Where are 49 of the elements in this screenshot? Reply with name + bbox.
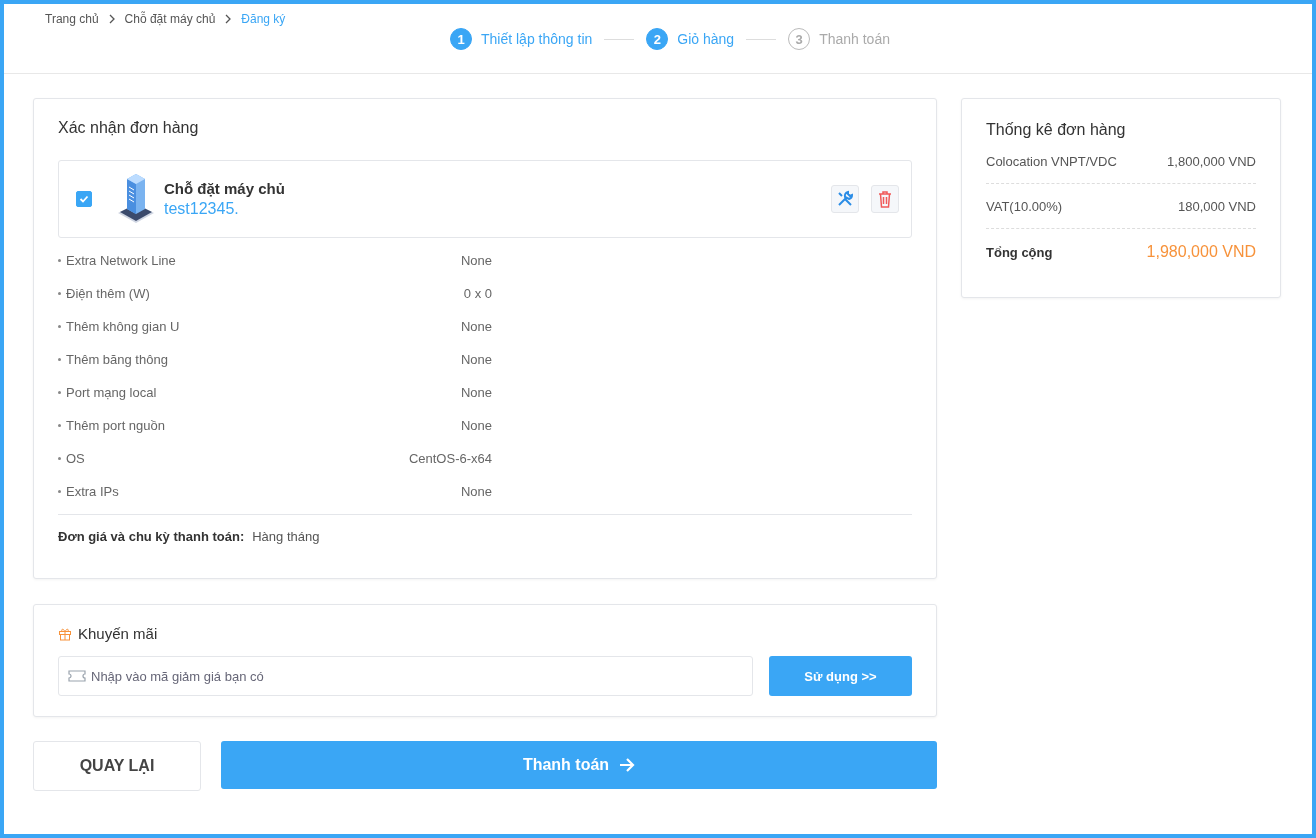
option-value: None [459,253,492,268]
arrow-right-icon [619,758,636,772]
option-label: Thêm không gian U [66,319,181,334]
chevron-icon [224,14,233,24]
option-value: None [459,418,492,433]
step-label: Thiết lập thông tin [481,31,593,47]
card-title: Xác nhận đơn hàng [58,119,200,137]
breadcrumb-link[interactable]: Trang chủ [45,12,99,26]
step-label: Thanh toán [819,31,890,47]
option-value: None [459,319,492,334]
step-label: Giỏ hàng [677,31,735,47]
tools-icon [836,190,854,208]
summary-label: Colocation VNPT/VDC [986,154,1117,169]
option-value: None [459,484,492,499]
trash-icon [877,190,893,208]
checkbox[interactable] [76,191,92,207]
total-label: Tổng cộng [986,244,1053,260]
option-label: Extra Network Line [66,253,177,268]
gift-icon [58,626,72,641]
card-title: Khuyến mãi [78,625,158,642]
option-value: 0 x 0 [462,286,492,301]
billing-label: Đơn giá và chu kỳ thanh toán: [58,529,245,544]
option-value: None [459,385,492,400]
coupon-field[interactable]: Nhập vào mã giảm giá bạn có [58,656,753,696]
card-title: Thống kê đơn hàng [986,121,1127,139]
tools-button[interactable] [831,185,859,213]
total-value: 1,980,000 VND [1146,243,1256,261]
server-icon [116,173,156,225]
billing-value: Hàng tháng [252,529,320,544]
step-number: 1 [450,28,472,50]
delete-button[interactable] [871,185,899,213]
option-value: None [459,352,492,367]
breadcrumb-link[interactable]: Chỗ đặt máy chủ [124,12,216,26]
step-number: 2 [646,28,669,50]
option-label: Port mạng local [66,385,158,400]
chevron-icon [107,14,116,24]
back-button[interactable]: QUAY LẠI [33,741,201,791]
hostname: test12345. [164,200,240,218]
summary-value: 1,800,000 VND [1167,154,1256,169]
option-value: CentOS-6-x64 [407,451,492,466]
option-label: OS [66,451,86,466]
option-label: Thêm băng thông [66,352,169,367]
summary-label: VAT(10.00%) [986,199,1063,214]
option-label: Extra IPs [66,484,120,499]
option-label: Thêm port nguồn [66,418,166,433]
product-name: Chỗ đặt máy chủ [164,180,285,197]
checkmark-icon [79,194,89,204]
summary-value: 180,000 VND [1177,199,1256,214]
option-label: Điện thêm (W) [66,286,151,301]
